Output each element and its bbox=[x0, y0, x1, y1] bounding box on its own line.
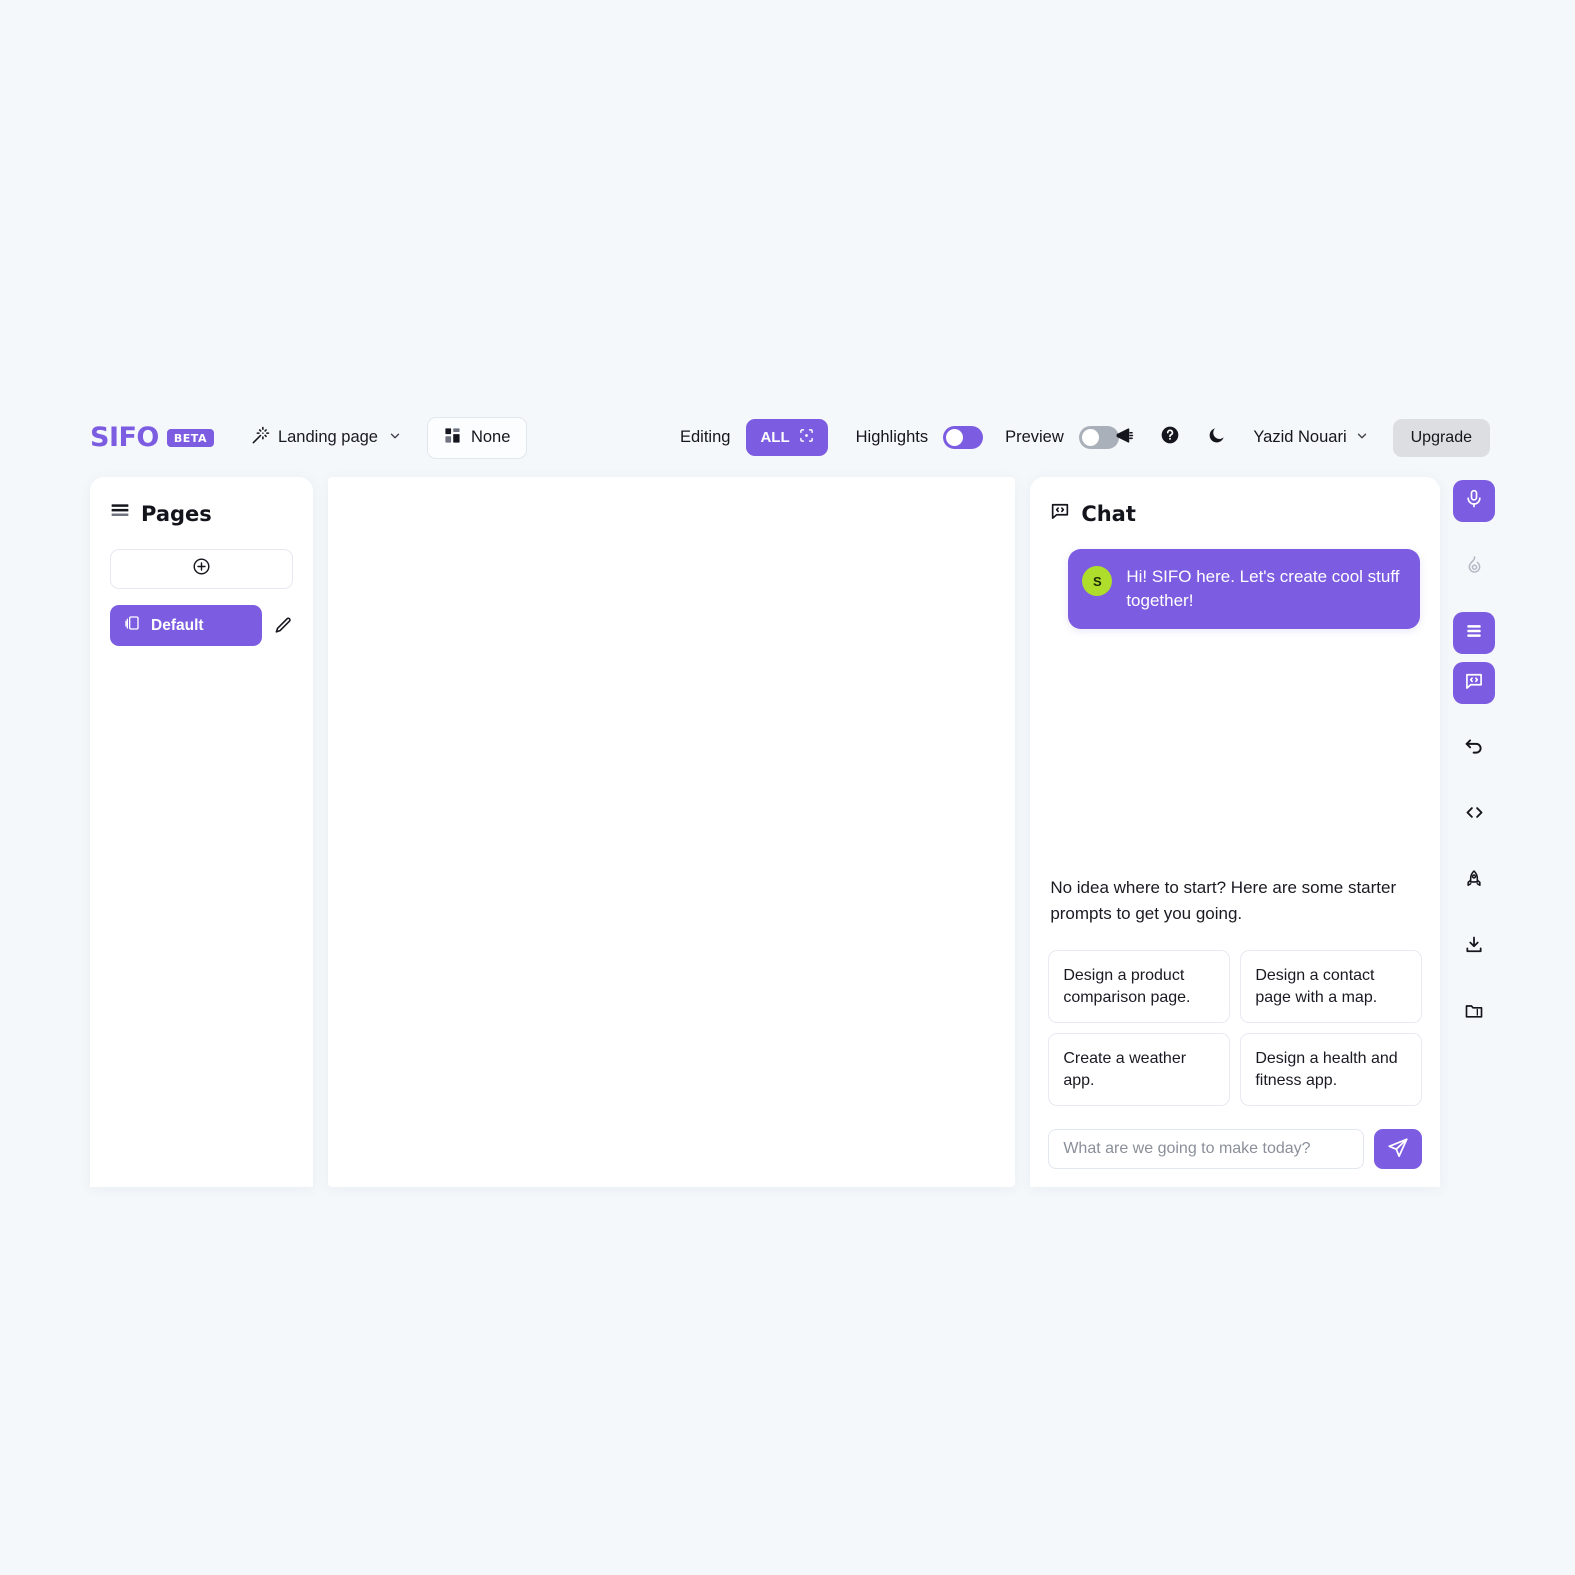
page-copy-icon bbox=[124, 615, 140, 636]
rail-flame-button[interactable] bbox=[1453, 546, 1495, 588]
design-canvas[interactable] bbox=[327, 477, 1016, 1187]
rail-layers-button[interactable] bbox=[1453, 612, 1495, 654]
pages-panel: Pages Default bbox=[90, 477, 313, 1187]
chat-code-icon bbox=[1464, 671, 1484, 696]
chat-panel-header: Chat bbox=[1050, 501, 1420, 526]
send-message-button[interactable] bbox=[1374, 1129, 1423, 1169]
chat-panel-title: Chat bbox=[1081, 501, 1136, 526]
page-item-default[interactable]: Default bbox=[110, 605, 262, 646]
chevron-down-icon bbox=[388, 429, 402, 446]
download-icon bbox=[1464, 935, 1484, 960]
preview-toggle-knob bbox=[1081, 429, 1099, 446]
code-icon bbox=[1464, 802, 1485, 828]
pages-list-icon bbox=[110, 501, 130, 526]
chat-message-text: Hi! SIFO here. Let's create cool stuff t… bbox=[1126, 567, 1400, 611]
chat-bubble-code-icon bbox=[1050, 501, 1070, 526]
starter-prompt-card[interactable]: Create a weather app. bbox=[1048, 1033, 1231, 1107]
right-tool-rail bbox=[1453, 480, 1495, 1034]
chat-input[interactable] bbox=[1048, 1129, 1365, 1169]
highlights-toggle[interactable] bbox=[943, 426, 984, 449]
logo-text: SIFO bbox=[90, 422, 159, 453]
starter-prompt-card[interactable]: Design a contact page with a map. bbox=[1240, 950, 1423, 1024]
preview-label: Preview bbox=[1005, 428, 1064, 446]
scope-all-label: ALL bbox=[760, 429, 790, 446]
rocket-icon bbox=[1464, 869, 1484, 894]
starter-prompts-intro: No idea where to start? Here are some st… bbox=[1050, 878, 1397, 923]
rail-chat-button[interactable] bbox=[1453, 662, 1495, 704]
send-plane-icon bbox=[1387, 1137, 1409, 1162]
upgrade-button[interactable]: Upgrade bbox=[1392, 418, 1490, 457]
flame-icon bbox=[1465, 555, 1484, 579]
rail-microphone-button[interactable] bbox=[1453, 480, 1495, 522]
workspace: Pages Default Chat S Hi! SIFO here. Let'… bbox=[90, 477, 1441, 1187]
rail-assets-button[interactable] bbox=[1453, 992, 1495, 1034]
chat-message-assistant: S Hi! SIFO here. Let's create cool stuff… bbox=[1068, 549, 1421, 630]
add-page-button[interactable] bbox=[110, 549, 293, 589]
focus-target-icon bbox=[799, 428, 814, 447]
toolbar-center-group: Editing ALL Highlights Preview bbox=[680, 415, 1119, 460]
rail-undo-button[interactable] bbox=[1453, 728, 1495, 770]
undo-icon bbox=[1464, 736, 1485, 762]
rail-download-button[interactable] bbox=[1453, 926, 1495, 968]
beta-badge: BETA bbox=[166, 428, 214, 447]
rail-code-button[interactable] bbox=[1453, 794, 1495, 836]
starter-prompts-grid: Design a product comparison page. Design… bbox=[1048, 950, 1423, 1107]
announcements-button[interactable] bbox=[1109, 423, 1139, 453]
dark-mode-button[interactable] bbox=[1201, 423, 1231, 453]
chat-panel: Chat S Hi! SIFO here. Let's create cool … bbox=[1030, 477, 1441, 1187]
layout-grid-icon bbox=[444, 427, 461, 449]
pages-panel-header: Pages bbox=[110, 501, 293, 526]
app-logo[interactable]: SIFO BETA bbox=[90, 422, 214, 453]
layout-button-label: None bbox=[470, 428, 511, 446]
help-button[interactable] bbox=[1155, 423, 1185, 453]
assistant-avatar: S bbox=[1082, 566, 1113, 596]
starter-prompt-card[interactable]: Design a product comparison page. bbox=[1048, 950, 1231, 1024]
megaphone-icon bbox=[1115, 426, 1134, 450]
user-menu-chevron-down-icon[interactable] bbox=[1355, 429, 1369, 446]
toolbar-right-group: Yazid Nouari Upgrade bbox=[1109, 415, 1490, 460]
scope-all-button[interactable]: ALL bbox=[746, 419, 828, 456]
app-root: SIFO BETA Landing page None Editing ALL … bbox=[0, 0, 1575, 1575]
layers-icon bbox=[1464, 621, 1484, 646]
highlights-label: Highlights bbox=[855, 428, 929, 446]
page-selector-label: Landing page bbox=[277, 428, 378, 446]
page-list-item: Default bbox=[110, 605, 293, 646]
starter-prompt-card[interactable]: Design a health and fitness app. bbox=[1240, 1033, 1423, 1107]
moon-icon bbox=[1207, 426, 1226, 450]
layout-button[interactable]: None bbox=[426, 416, 528, 459]
folder-pages-icon bbox=[1464, 1001, 1484, 1026]
plus-circle-icon bbox=[192, 557, 211, 581]
help-circle-icon bbox=[1160, 425, 1180, 450]
highlights-toggle-knob bbox=[946, 429, 964, 446]
toolbar-left-group: SIFO BETA Landing page None bbox=[90, 416, 528, 459]
pages-panel-title: Pages bbox=[141, 501, 212, 526]
top-toolbar: SIFO BETA Landing page None Editing ALL … bbox=[90, 415, 1490, 460]
microphone-icon bbox=[1464, 489, 1484, 514]
chat-input-row bbox=[1048, 1129, 1423, 1169]
editing-label: Editing bbox=[680, 428, 731, 446]
rail-publish-button[interactable] bbox=[1453, 860, 1495, 902]
page-selector[interactable]: Landing page bbox=[251, 426, 402, 450]
page-item-label: Default bbox=[151, 616, 204, 634]
magic-wand-icon bbox=[251, 426, 270, 450]
user-menu-label[interactable]: Yazid Nouari bbox=[1253, 428, 1346, 447]
edit-page-pencil-icon[interactable] bbox=[274, 616, 293, 635]
